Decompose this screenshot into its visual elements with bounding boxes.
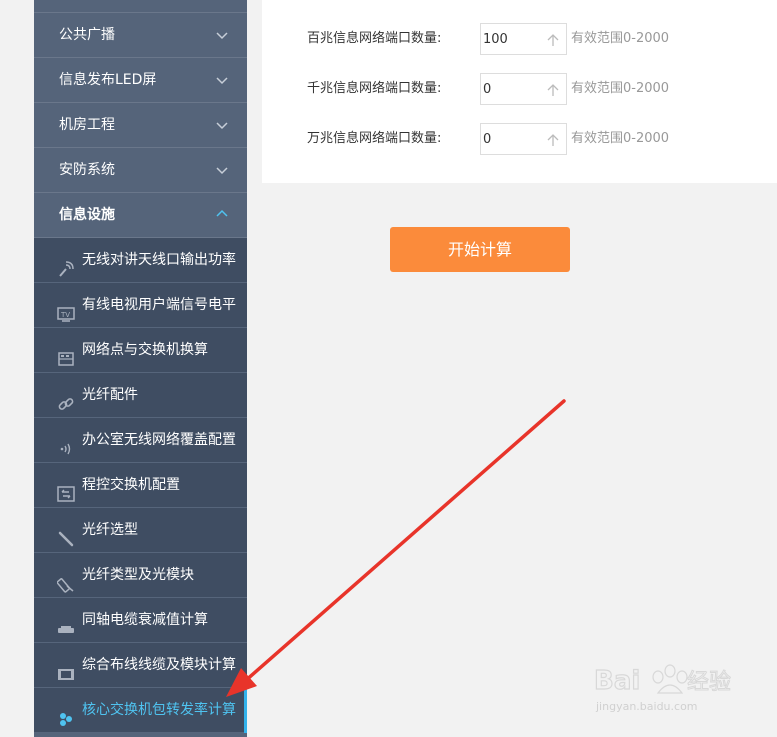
sidebar-item-antenna-power[interactable]: 无线对讲天线口输出功率 bbox=[34, 238, 247, 283]
sidebar-item-label: 核心交换机包转发率计算 bbox=[82, 702, 236, 718]
switch-icon bbox=[57, 342, 75, 366]
sidebar-item-label: 同轴电缆衰减值计算 bbox=[82, 612, 208, 628]
field-label: 万兆信息网络端口数量: bbox=[307, 131, 442, 146]
sidebar-item-label: 光纤配件 bbox=[82, 387, 138, 403]
field-hint: 有效范围0-2000 bbox=[571, 81, 670, 96]
arrow-up-icon[interactable] bbox=[546, 132, 560, 146]
antenna-icon bbox=[57, 252, 75, 277]
port-count-input-100m[interactable] bbox=[481, 24, 541, 54]
chevron-down-icon bbox=[216, 58, 228, 103]
sidebar-item-network-switch[interactable]: 网络点与交换机换算 bbox=[34, 328, 247, 373]
wifi-signal-icon bbox=[57, 432, 75, 455]
form-row-1000m-ports: 千兆信息网络端口数量: 有效范围0-2000 bbox=[262, 73, 777, 105]
field-label: 百兆信息网络端口数量: bbox=[307, 31, 442, 46]
optical-module-icon bbox=[56, 567, 75, 593]
chevron-down-icon bbox=[216, 148, 228, 193]
chevron-up-icon bbox=[216, 193, 228, 238]
port-count-input-wrapper bbox=[480, 123, 567, 155]
sidebar-item-coax-attenuation[interactable]: 同轴电缆衰减值计算 bbox=[34, 598, 247, 643]
sidebar-category-public-broadcast[interactable]: 公共广播 bbox=[34, 13, 247, 58]
sidebar-item-core-switch-rate[interactable]: 核心交换机包转发率计算 bbox=[34, 688, 247, 733]
port-count-input-1000m[interactable] bbox=[481, 74, 541, 104]
tv-icon: TV bbox=[57, 297, 75, 322]
sidebar-item-fiber-accessories[interactable]: 光纤配件 bbox=[34, 373, 247, 418]
form-row-10g-ports: 万兆信息网络端口数量: 有效范围0-2000 bbox=[262, 123, 777, 155]
svg-text:经验: 经验 bbox=[687, 670, 731, 695]
sidebar-category-led-display[interactable]: 信息发布LED屏 bbox=[34, 58, 247, 103]
baidu-watermark-logo: Bai 经验 bbox=[594, 664, 732, 697]
sidebar: 公共广播 信息发布LED屏 机房工程 安防系统 信息设施 无线对讲天线口输出功率… bbox=[34, 0, 247, 737]
sidebar-item-label: 光纤选型 bbox=[82, 522, 138, 538]
category-label: 安防系统 bbox=[59, 162, 115, 178]
port-count-input-wrapper bbox=[480, 73, 567, 105]
sidebar-item-label: 无线对讲天线口输出功率 bbox=[82, 252, 236, 268]
sidebar-item-fiber-selection[interactable]: 光纤选型 bbox=[34, 508, 247, 553]
category-label: 信息发布LED屏 bbox=[59, 72, 157, 88]
fiber-icon bbox=[57, 522, 75, 547]
sidebar-item-fiber-types[interactable]: 光纤类型及光模块 bbox=[34, 553, 247, 598]
cabling-icon bbox=[57, 657, 75, 680]
sidebar-item-label: 办公室无线网络覆盖配置 bbox=[82, 432, 236, 448]
sidebar-item-tv-signal[interactable]: TV 有线电视用户端信号电平 bbox=[34, 283, 247, 328]
core-switch-icon bbox=[57, 702, 75, 726]
form-row-100m-ports: 百兆信息网络端口数量: 有效范围0-2000 bbox=[262, 23, 777, 55]
svg-text:Bai: Bai bbox=[594, 666, 640, 696]
port-count-input-10g[interactable] bbox=[481, 124, 541, 154]
link-icon bbox=[57, 387, 75, 410]
sidebar-category-security[interactable]: 安防系统 bbox=[34, 148, 247, 193]
sidebar-item-label: 有线电视用户端信号电平 bbox=[82, 297, 236, 313]
coax-cable-icon bbox=[57, 612, 75, 633]
watermark-url: jingyan.baidu.com bbox=[596, 700, 698, 713]
sidebar-category-machine-room[interactable]: 机房工程 bbox=[34, 103, 247, 148]
chevron-down-icon bbox=[216, 103, 228, 148]
field-hint: 有效范围0-2000 bbox=[571, 31, 670, 46]
form-panel: 百兆信息网络端口数量: 有效范围0-2000 千兆信息网络端口数量: 有效范围0… bbox=[262, 0, 777, 183]
sidebar-category-info-facilities[interactable]: 信息设施 bbox=[34, 193, 247, 238]
sidebar-item-office-wifi[interactable]: 办公室无线网络覆盖配置 bbox=[34, 418, 247, 463]
sidebar-next-item bbox=[34, 733, 247, 737]
sidebar-item-pbx-config[interactable]: 程控交换机配置 bbox=[34, 463, 247, 508]
sidebar-collapsed-item[interactable] bbox=[34, 0, 247, 13]
sidebar-item-label: 网络点与交换机换算 bbox=[82, 342, 208, 358]
category-label: 信息设施 bbox=[59, 207, 115, 223]
field-hint: 有效范围0-2000 bbox=[571, 131, 670, 146]
arrow-up-icon[interactable] bbox=[546, 32, 560, 46]
sidebar-item-cabling-calc[interactable]: 综合布线线缆及模块计算 bbox=[34, 643, 247, 688]
category-label: 机房工程 bbox=[59, 117, 115, 133]
arrow-up-icon[interactable] bbox=[546, 82, 560, 96]
start-calculation-button[interactable]: 开始计算 bbox=[390, 227, 570, 272]
port-count-input-wrapper bbox=[480, 23, 567, 55]
field-label: 千兆信息网络端口数量: bbox=[307, 81, 442, 96]
sidebar-item-label: 综合布线线缆及模块计算 bbox=[82, 657, 236, 673]
sidebar-item-label: 程控交换机配置 bbox=[82, 477, 180, 493]
category-label: 公共广播 bbox=[59, 27, 115, 43]
sidebar-item-label: 光纤类型及光模块 bbox=[82, 567, 194, 583]
svg-text:TV: TV bbox=[60, 311, 70, 319]
chevron-down-icon bbox=[216, 13, 228, 58]
pbx-icon bbox=[57, 477, 75, 502]
